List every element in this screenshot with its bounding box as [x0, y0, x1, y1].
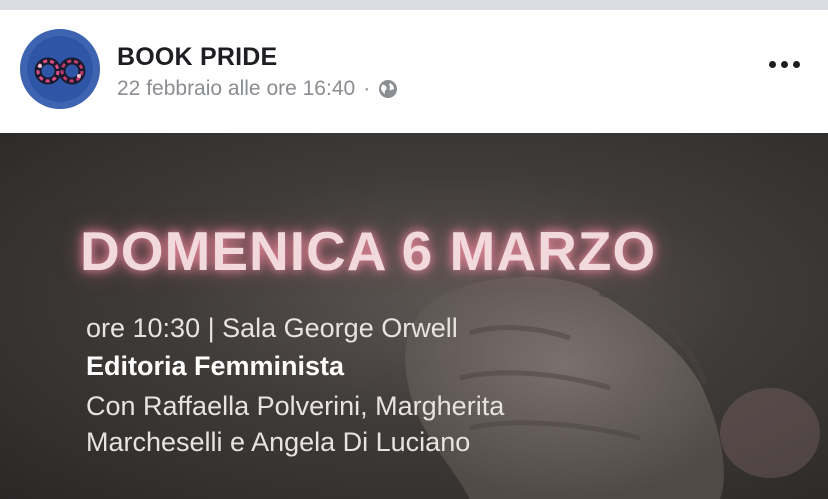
meta-separator: · — [363, 77, 371, 100]
page-avatar[interactable] — [20, 29, 100, 109]
more-options-button[interactable] — [760, 50, 808, 78]
event-speakers-line2: Marcheselli e Angela Di Luciano — [86, 427, 471, 457]
post-meta: 22 febbraio alle ore 16:40 · — [117, 77, 398, 101]
event-date-headline: DOMENICA 6 MARZO — [80, 220, 657, 282]
event-speakers-line1: Con Raffaella Polverini, Margherita — [86, 391, 505, 421]
event-time-location: ore 10:30 | Sala George Orwell — [86, 313, 458, 343]
post-timestamp[interactable]: 22 febbraio alle ore 16:40 — [117, 77, 355, 101]
globe-icon[interactable] — [378, 79, 398, 99]
post-image[interactable]: DOMENICA 6 MARZO ore 10:30 | Sala George… — [0, 133, 828, 499]
book-pride-logo-icon — [34, 57, 86, 85]
more-dot — [792, 60, 800, 68]
event-title: Editoria Femminista — [86, 351, 345, 381]
page-name-link[interactable]: BOOK PRIDE — [117, 43, 277, 72]
more-horizontal-icon — [768, 60, 776, 68]
more-dot — [780, 60, 788, 68]
top-divider — [0, 0, 828, 10]
